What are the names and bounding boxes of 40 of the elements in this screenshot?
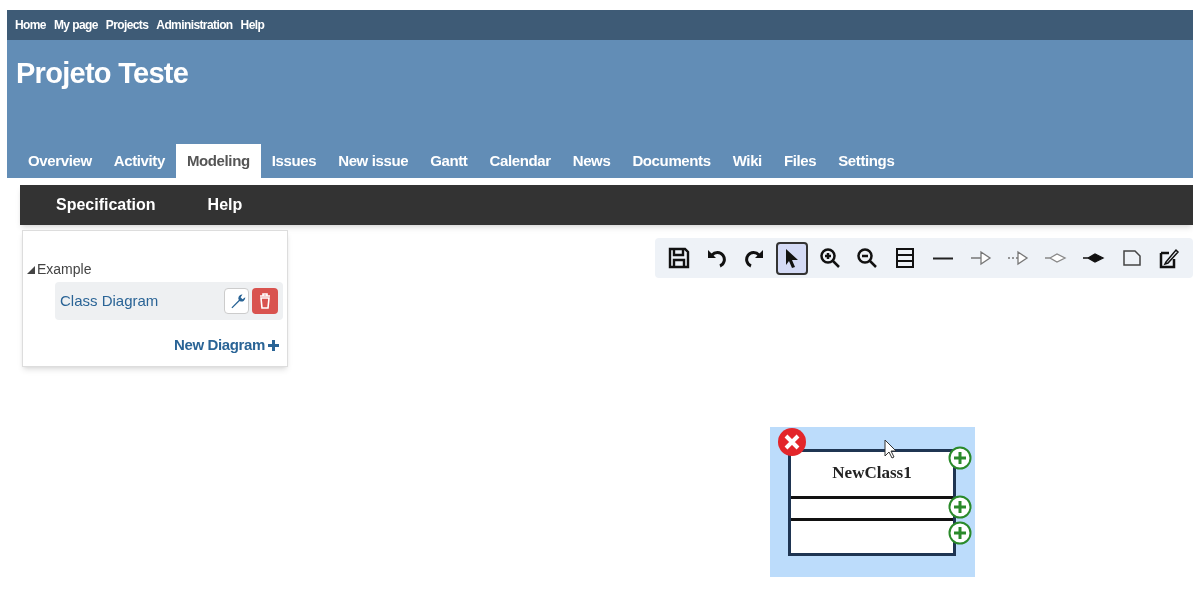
class-shape[interactable]: NewClass1: [788, 449, 956, 556]
save-icon: [666, 246, 691, 270]
add-icon[interactable]: [948, 495, 972, 519]
diagram-link[interactable]: Class Diagram: [60, 289, 159, 313]
edit-icon: [1157, 246, 1182, 270]
project-tab[interactable]: Wiki: [721, 144, 773, 178]
project-title: Projeto Teste: [15, 56, 190, 91]
diagram-row[interactable]: Class Diagram: [55, 282, 283, 320]
top-menu-link[interactable]: Help: [240, 16, 265, 34]
project-tab[interactable]: News: [561, 144, 622, 178]
top-menu-link[interactable]: Home: [15, 16, 46, 34]
project-tab[interactable]: New issue: [327, 144, 420, 178]
project-tab[interactable]: Documents: [621, 144, 722, 178]
top-menu-link[interactable]: Projects: [105, 16, 149, 34]
project-tab[interactable]: Gantt: [419, 144, 479, 178]
add-icon[interactable]: [948, 446, 972, 470]
toolbar-button[interactable]: [776, 241, 808, 275]
expand-triangle-icon[interactable]: [27, 265, 35, 274]
project-tab[interactable]: Activity: [102, 144, 176, 178]
mouse-cursor-icon: [884, 439, 898, 459]
top-menu-link[interactable]: My page: [53, 16, 98, 34]
top-menu-link[interactable]: Administration: [156, 16, 233, 34]
tree-folder-label[interactable]: Example: [37, 259, 92, 280]
zoom-in-icon: [817, 246, 842, 270]
project-tab[interactable]: Settings: [827, 144, 906, 178]
sub-menu-link[interactable]: Specification: [56, 193, 156, 217]
plus-icon: [267, 338, 280, 352]
new-diagram-link[interactable]: New Diagram: [174, 334, 280, 357]
wrench-icon[interactable]: [224, 288, 249, 314]
project-tab[interactable]: Overview: [17, 144, 103, 178]
class-shape-selection[interactable]: NewClass1: [770, 427, 975, 577]
sub-menu-link[interactable]: Help: [207, 193, 243, 217]
line-icon: [932, 256, 953, 260]
project-tab[interactable]: Modeling: [175, 144, 261, 178]
delete-icon[interactable]: [777, 427, 807, 457]
project-tab[interactable]: Files: [772, 144, 828, 178]
project-tab[interactable]: Issues: [260, 144, 328, 178]
project-tab[interactable]: Calendar: [478, 144, 562, 178]
add-icon[interactable]: [948, 521, 972, 545]
trash-icon[interactable]: [252, 288, 278, 314]
